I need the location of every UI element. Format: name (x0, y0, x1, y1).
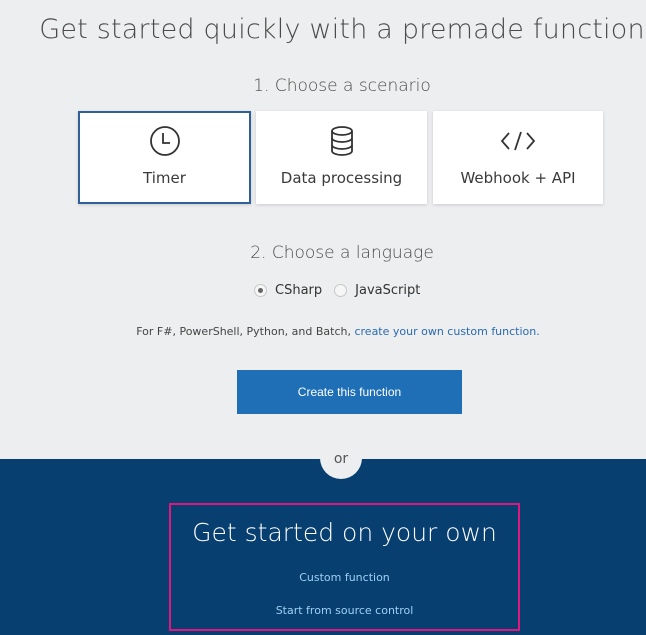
other-languages-note: For F#, PowerShell, Python, and Batch, c… (0, 325, 646, 338)
create-custom-function-link[interactable]: create your own custom function. (354, 325, 539, 338)
radio-javascript[interactable] (334, 283, 348, 297)
radio-label-csharp[interactable]: CSharp (275, 283, 322, 298)
note-text: For F#, PowerShell, Python, and Batch, (136, 325, 355, 338)
premade-title: Get started quickly with a premade funct… (39, 14, 645, 45)
create-function-button[interactable]: Create this function (237, 370, 462, 414)
scenario-label-timer: Timer (143, 169, 186, 187)
language-radio-group: CSharp JavaScript (254, 280, 432, 300)
scenario-tile-webhook-api[interactable]: Webhook + API (433, 111, 603, 204)
scenario-tile-data-processing[interactable]: Data processing (256, 111, 427, 204)
or-label: or (333, 451, 349, 467)
scenario-tile-timer[interactable]: Timer (78, 111, 251, 204)
database-icon (256, 125, 427, 157)
radio-label-javascript[interactable]: JavaScript (355, 283, 420, 298)
scenario-tiles: Timer Data processing Webhook + API (78, 111, 603, 204)
page: Get started quickly with a premade funct… (0, 0, 646, 635)
choose-language-heading: 2. Choose a language (250, 243, 434, 263)
code-icon (433, 125, 603, 157)
clock-icon (80, 125, 249, 157)
source-control-link[interactable]: Start from source control (169, 604, 520, 617)
custom-function-link[interactable]: Custom function (169, 571, 520, 584)
own-section-title: Get started on your own (192, 518, 497, 547)
scenario-label-webhook-api: Webhook + API (460, 169, 576, 187)
radio-csharp[interactable] (254, 283, 267, 297)
scenario-label-data-processing: Data processing (280, 169, 403, 187)
radio-selected-dot (258, 287, 263, 293)
choose-scenario-heading: 1. Choose a scenario (253, 76, 431, 96)
